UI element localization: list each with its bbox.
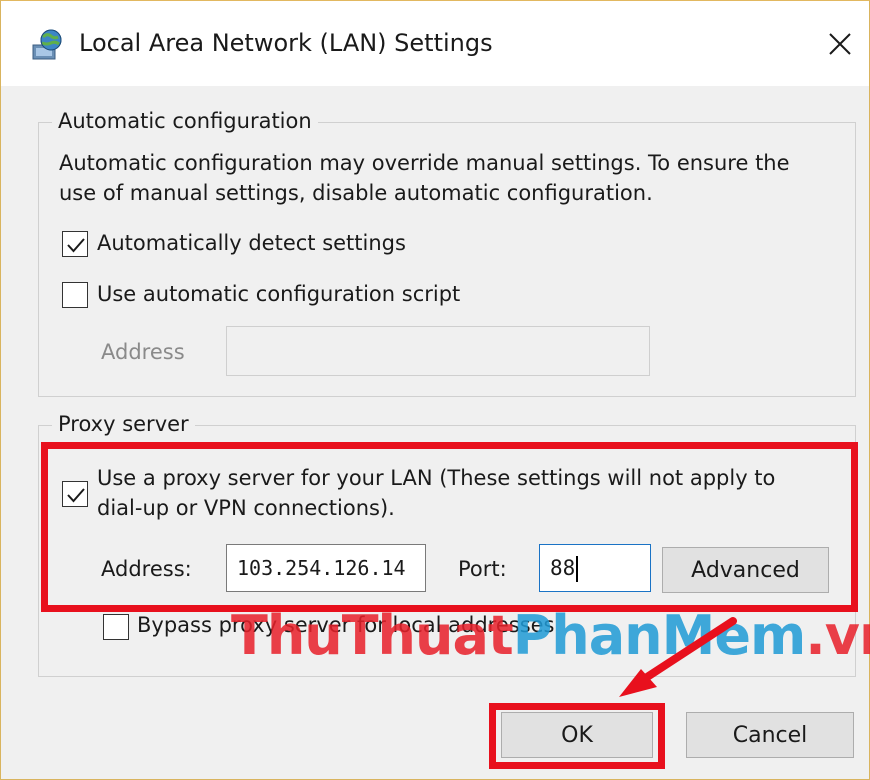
bypass-local-checkbox[interactable] [103, 614, 129, 640]
bypass-local-label[interactable]: Bypass proxy server for local addresses [137, 613, 555, 637]
ok-button[interactable]: OK [501, 712, 653, 758]
title-bar: Local Area Network (LAN) Settings [1, 1, 869, 86]
close-icon[interactable] [819, 23, 861, 65]
proxy-address-value: 103.254.126.14 [237, 556, 406, 580]
checkmark-icon [67, 238, 85, 253]
cancel-button[interactable]: Cancel [686, 712, 854, 758]
network-globe-icon [32, 29, 62, 60]
auto-detect-checkbox[interactable] [62, 231, 88, 257]
proxy-address-input[interactable]: 103.254.126.14 [226, 544, 426, 592]
proxy-address-label: Address: [101, 557, 192, 581]
window-title: Local Area Network (LAN) Settings [79, 29, 493, 57]
script-address-label: Address [101, 340, 185, 364]
auto-config-script-label[interactable]: Use automatic configuration script [97, 282, 460, 306]
use-proxy-label-line1[interactable]: Use a proxy server for your LAN (These s… [97, 466, 775, 490]
automatic-configuration-description-line1: Automatic configuration may override man… [59, 151, 790, 175]
auto-detect-label[interactable]: Automatically detect settings [97, 231, 406, 255]
proxy-port-label: Port: [458, 557, 507, 581]
proxy-port-value: 88 [550, 556, 576, 580]
proxy-server-legend: Proxy server [52, 412, 195, 436]
text-caret [576, 556, 579, 582]
use-proxy-label-line2[interactable]: dial-up or VPN connections). [97, 496, 395, 520]
advanced-button[interactable]: Advanced [662, 547, 829, 593]
automatic-configuration-legend: Automatic configuration [52, 109, 318, 133]
automatic-configuration-description-line2: use of manual settings, disable automati… [59, 181, 653, 205]
use-proxy-checkbox[interactable] [62, 481, 88, 507]
proxy-port-input[interactable]: 88 [539, 544, 651, 592]
lan-settings-dialog: Local Area Network (LAN) Settings Automa… [0, 0, 870, 780]
script-address-input [226, 326, 650, 376]
checkmark-icon [67, 488, 85, 503]
auto-config-script-checkbox[interactable] [62, 282, 88, 308]
